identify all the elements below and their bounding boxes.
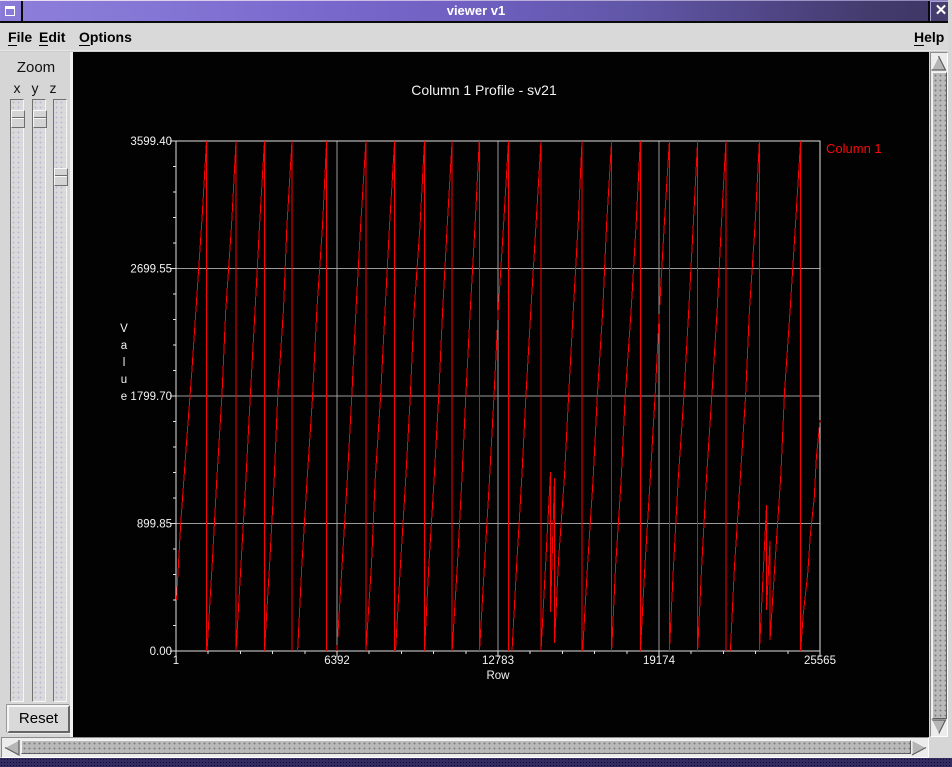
svg-text:0.00: 0.00 xyxy=(150,646,172,658)
svg-text:Column 1: Column 1 xyxy=(826,141,882,156)
svg-text:V: V xyxy=(120,323,128,335)
svg-text:3599.40: 3599.40 xyxy=(130,136,172,148)
svg-text:u: u xyxy=(121,374,127,386)
svg-text:2699.55: 2699.55 xyxy=(130,264,172,276)
svg-text:Column 1 Profile - sv21: Column 1 Profile - sv21 xyxy=(411,82,557,98)
svg-text:a: a xyxy=(121,340,128,352)
svg-text:l: l xyxy=(123,357,126,369)
svg-text:12783: 12783 xyxy=(482,655,514,667)
svg-text:1799.70: 1799.70 xyxy=(130,391,172,403)
svg-text:Row: Row xyxy=(486,670,510,682)
svg-text:899.85: 899.85 xyxy=(137,519,172,531)
svg-text:19174: 19174 xyxy=(643,655,676,667)
svg-text:1: 1 xyxy=(173,655,179,667)
svg-text:25565: 25565 xyxy=(804,655,836,667)
svg-text:6392: 6392 xyxy=(324,655,350,667)
svg-text:e: e xyxy=(121,391,127,403)
